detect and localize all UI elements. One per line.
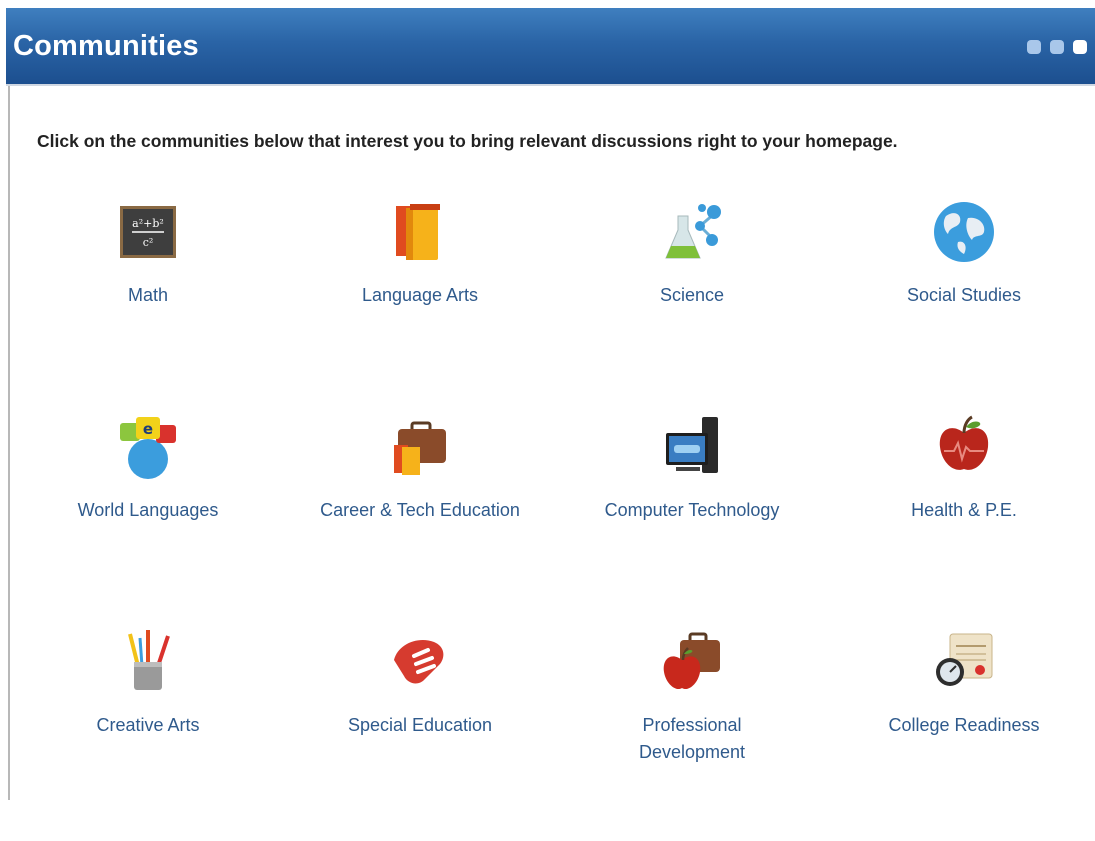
community-label: Science — [659, 285, 725, 305]
community-math[interactable]: a²+b² c² Math — [12, 196, 284, 411]
diploma-compass-icon — [936, 633, 993, 686]
svg-text:e: e — [143, 420, 153, 438]
svg-text:a²+b²: a²+b² — [132, 217, 164, 230]
pagination-dots — [1027, 40, 1087, 54]
apple-heartbeat-icon — [939, 415, 989, 470]
community-label: World Languages — [77, 500, 219, 520]
community-label: Social Studies — [906, 285, 1022, 305]
community-professional-development[interactable]: Professional Development — [556, 626, 828, 841]
panel-border — [8, 86, 10, 800]
community-science[interactable]: Science — [556, 196, 828, 411]
communities-header: Communities — [6, 8, 1095, 86]
community-computer-technology[interactable]: Computer Technology — [556, 411, 828, 626]
community-college-readiness[interactable]: College Readiness — [828, 626, 1095, 841]
community-label: Special Education — [347, 715, 493, 735]
community-health-pe[interactable]: Health & P.E. — [828, 411, 1095, 626]
community-career-tech[interactable]: Career & Tech Education — [284, 411, 556, 626]
communities-grid: a²+b² c² Math Language Arts Science Soci… — [12, 196, 1095, 841]
speech-bubbles-globe-icon: e — [120, 417, 176, 479]
briefcase-books-icon — [394, 421, 446, 475]
community-label: Health & P.E. — [911, 500, 1017, 520]
chalkboard-formula-icon: a²+b² c² — [120, 206, 176, 258]
community-label: Language Arts — [361, 285, 479, 305]
paint-brushes-icon — [128, 630, 170, 690]
page-dot-2[interactable] — [1050, 40, 1064, 54]
community-label: Creative Arts — [96, 715, 200, 735]
page-dot-3[interactable] — [1073, 40, 1087, 54]
page-dot-1[interactable] — [1027, 40, 1041, 54]
community-label: Computer Technology — [604, 500, 780, 520]
apple-briefcase-icon — [663, 632, 720, 690]
helping-hands-icon — [394, 640, 444, 684]
flask-molecule-icon — [665, 204, 721, 259]
community-language-arts[interactable]: Language Arts — [284, 196, 556, 411]
community-label: Professional Development — [638, 715, 746, 762]
community-label: Career & Tech Education — [320, 500, 520, 520]
community-world-languages[interactable]: e World Languages — [12, 411, 284, 626]
computer-monitor-icon — [666, 417, 718, 473]
community-label: College Readiness — [888, 715, 1040, 735]
intro-text: Click on the communities below that inte… — [37, 131, 898, 151]
books-icon — [396, 204, 440, 260]
globe-icon — [934, 202, 994, 262]
community-label: Math — [127, 285, 169, 305]
page-title: Communities — [13, 30, 199, 62]
community-social-studies[interactable]: Social Studies — [828, 196, 1095, 411]
svg-text:c²: c² — [143, 236, 154, 249]
community-creative-arts[interactable]: Creative Arts — [12, 626, 284, 841]
community-special-education[interactable]: Special Education — [284, 626, 556, 841]
